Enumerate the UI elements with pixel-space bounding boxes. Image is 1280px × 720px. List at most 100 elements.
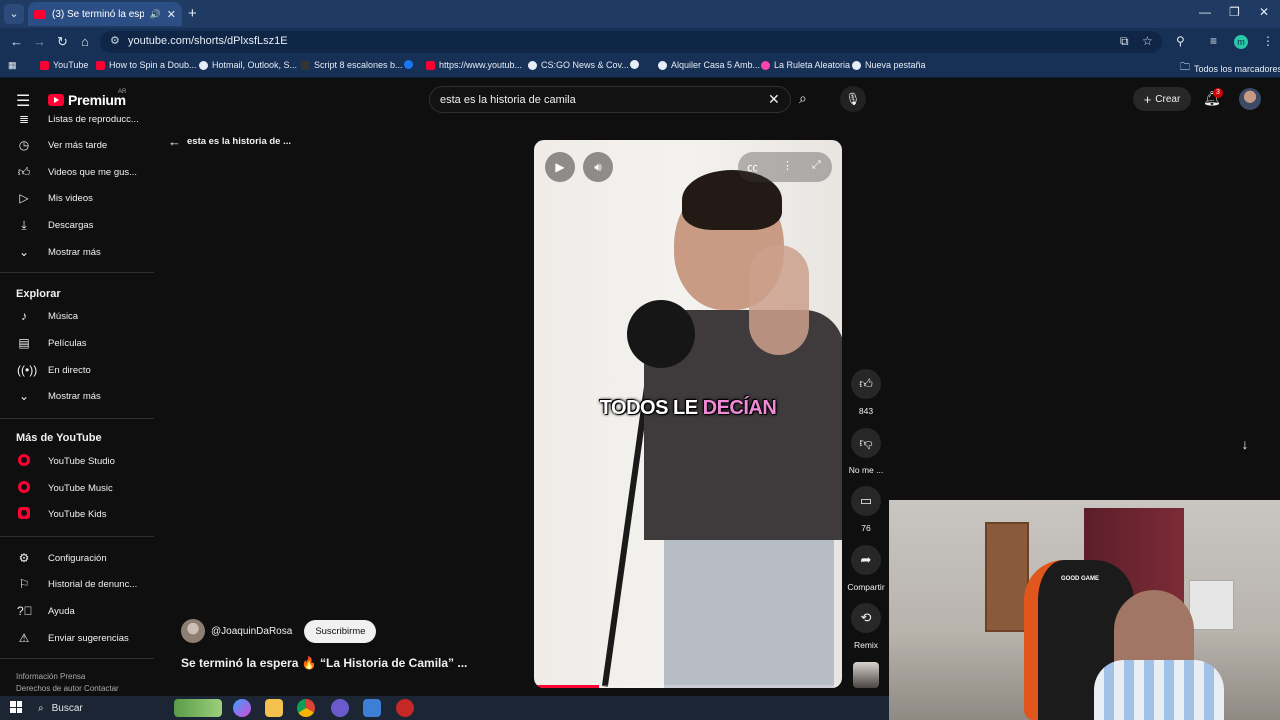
- tab-audio-icon[interactable]: 🔊: [150, 9, 161, 20]
- bookmark-item[interactable]: Script 8 escalones b...: [301, 60, 403, 70]
- audio-source-thumbnail[interactable]: [853, 662, 879, 688]
- sidebar-item-playlists[interactable]: ≣ Listas de reproducc...: [0, 108, 154, 130]
- channel-avatar[interactable]: [181, 619, 205, 643]
- search-icon[interactable]: ⌕: [799, 90, 807, 107]
- reload-button[interactable]: ↻: [57, 34, 68, 50]
- extensions-icon[interactable]: ⚲: [1176, 34, 1185, 48]
- account-avatar[interactable]: [1239, 88, 1261, 110]
- sidebar-divider: [0, 658, 154, 659]
- sidebar-item-settings[interactable]: ⚙ Configuración: [0, 547, 154, 569]
- search-input[interactable]: esta es la historia de camila ✕: [429, 86, 791, 113]
- all-bookmarks-folder[interactable]: 🗀 Todos los marcadores: [1180, 60, 1280, 77]
- tab-search-icon[interactable]: ⌄: [4, 4, 24, 24]
- notepad-icon[interactable]: [363, 699, 381, 717]
- minimize-button[interactable]: —: [1199, 5, 1211, 19]
- create-button[interactable]: + Crear: [1133, 87, 1191, 111]
- sidebar-item-show-more-explore[interactable]: ⌄ Mostrar más: [0, 385, 154, 407]
- fullscreen-icon[interactable]: ⤢: [812, 159, 821, 172]
- comment-icon[interactable]: ▭: [851, 486, 881, 516]
- sidebar-item-report-history[interactable]: ⚐ Historial de denunc...: [0, 573, 154, 595]
- sidebar-item-watch-later[interactable]: ◷ Ver más tarde: [0, 134, 154, 156]
- home-button[interactable]: ⌂: [81, 34, 89, 49]
- sidebar-item-youtube-music[interactable]: YouTube Music: [0, 477, 154, 499]
- sidebar-item-downloads[interactable]: ⤓ Descargas: [0, 214, 154, 236]
- browser-tab-active[interactable]: (3) Se terminó la espera 🔥 " 🔊 ✕: [28, 2, 182, 26]
- thumbs-up-icon[interactable]: 👍︎: [851, 369, 881, 399]
- short-video-player[interactable]: ▶ 🔊︎ ㏄ ⋮ ⤢ TODOS LE DECÍAN: [534, 140, 842, 688]
- bookmark-item[interactable]: How to Spin a Doub...: [96, 60, 197, 70]
- discord-icon[interactable]: [331, 699, 349, 717]
- bookmark-item[interactable]: [630, 60, 639, 69]
- captions-icon[interactable]: ㏄: [747, 159, 758, 175]
- like-button[interactable]: 👍︎ 843: [845, 369, 887, 416]
- more-options-icon[interactable]: ⋮: [782, 159, 793, 172]
- url-field[interactable]: ⚙ youtube.com/shorts/dPlxsfLsz1E: [100, 31, 1162, 53]
- play-button-icon[interactable]: ▶: [545, 152, 575, 182]
- dislike-button[interactable]: 👎︎ No me ...: [845, 428, 887, 475]
- install-app-icon[interactable]: ⧉: [1120, 34, 1129, 49]
- share-button[interactable]: ➦ Compartir: [845, 545, 887, 592]
- media-controls-icon[interactable]: ≡: [1210, 34, 1217, 48]
- chair-label: GOOD GAME: [1061, 576, 1100, 582]
- close-window-button[interactable]: ✕: [1259, 5, 1269, 19]
- sidebar-item-feedback[interactable]: ⚠ Enviar sugerencias: [0, 627, 154, 649]
- browser-menu-icon[interactable]: ⋮: [1262, 34, 1274, 48]
- sidebar-item-my-videos[interactable]: ▷ Mis videos: [0, 187, 154, 209]
- bookmark-item[interactable]: Hotmail, Outlook, S...: [199, 60, 297, 70]
- sidebar-heading-explore: Explorar: [16, 288, 61, 300]
- bookmark-item[interactable]: https://www.youtub...: [426, 60, 522, 70]
- windows-start-icon[interactable]: [10, 701, 22, 713]
- browser-profile-avatar[interactable]: m: [1234, 35, 1248, 49]
- chrome-icon[interactable]: [297, 699, 315, 717]
- bookmark-item[interactable]: YouTube: [40, 60, 88, 70]
- back-button[interactable]: ←: [10, 34, 23, 49]
- sidebar-divider: [0, 536, 154, 537]
- file-explorer-icon[interactable]: [265, 699, 283, 717]
- copilot-icon[interactable]: [233, 699, 251, 717]
- short-title[interactable]: Se terminó la espera 🔥 “La Historia de C…: [181, 656, 467, 670]
- obs-icon[interactable]: [396, 699, 414, 717]
- back-arrow-icon[interactable]: ←: [168, 134, 181, 149]
- sidebar-footer-links[interactable]: Derechos de autor Contactar: [16, 684, 119, 693]
- sidebar-item-movies[interactable]: ▤ Películas: [0, 332, 154, 354]
- youtube-premium-logo[interactable]: Premium AR: [48, 89, 126, 108]
- microphone-icon[interactable]: 🎙: [840, 86, 866, 112]
- new-tab-button[interactable]: +: [188, 5, 197, 22]
- bookmark-item[interactable]: Alquiler Casa 5 Amb...: [658, 60, 760, 70]
- bookmark-item[interactable]: La Ruleta Aleatoria: [761, 60, 850, 70]
- tab-close-icon[interactable]: ✕: [167, 8, 176, 21]
- remix-icon[interactable]: ⟲: [851, 603, 881, 633]
- comments-button[interactable]: ▭ 76: [845, 486, 887, 533]
- sidebar-item-youtube-studio[interactable]: YouTube Studio: [0, 450, 154, 472]
- subscribe-button[interactable]: Suscribirme: [304, 619, 377, 643]
- forward-button[interactable]: →: [33, 34, 46, 49]
- sidebar-item-show-more[interactable]: ⌄ Mostrar más: [0, 241, 154, 263]
- taskbar-search[interactable]: ⌕ Buscar: [32, 698, 170, 718]
- remix-button[interactable]: ⟲ Remix: [845, 603, 887, 650]
- bookmark-item[interactable]: CS:GO News & Cov...: [528, 60, 629, 70]
- channel-name[interactable]: @JoaquinDaRosa: [211, 626, 292, 637]
- share-icon[interactable]: ➦: [851, 545, 881, 575]
- sidebar-item-youtube-kids[interactable]: YouTube Kids: [0, 503, 154, 525]
- bookmark-item[interactable]: Nueva pestaña: [852, 60, 926, 70]
- video-progress-bar[interactable]: [534, 685, 842, 688]
- webcam-door: [985, 522, 1029, 632]
- sidebar-item-help[interactable]: ?⃝ Ayuda: [0, 600, 154, 622]
- sidebar-footer-links[interactable]: Información Prensa: [16, 672, 85, 681]
- sidebar-item-liked-videos[interactable]: 👍︎ Videos que me gus...: [0, 161, 154, 183]
- apps-grid-icon[interactable]: ▦: [8, 60, 17, 71]
- weather-widget-icon[interactable]: [174, 699, 222, 717]
- site-info-icon[interactable]: ⚙: [110, 34, 120, 47]
- sidebar-item-live[interactable]: ((•)) En directo: [0, 359, 154, 381]
- next-short-arrow-icon[interactable]: ↓: [1233, 432, 1257, 456]
- volume-icon[interactable]: 🔊︎: [583, 152, 613, 182]
- globe-icon: [852, 60, 861, 70]
- bookmark-item[interactable]: [404, 60, 413, 69]
- bookmark-star-icon[interactable]: ☆: [1142, 34, 1153, 48]
- clear-search-icon[interactable]: ✕: [768, 91, 780, 108]
- restore-button[interactable]: ❐: [1229, 5, 1240, 19]
- notification-count-badge: 3: [1213, 88, 1223, 98]
- shorts-back-row[interactable]: ← esta es la historia de ...: [168, 134, 291, 149]
- thumbs-down-icon[interactable]: 👎︎: [851, 428, 881, 458]
- sidebar-item-music[interactable]: ♪ Música: [0, 305, 154, 327]
